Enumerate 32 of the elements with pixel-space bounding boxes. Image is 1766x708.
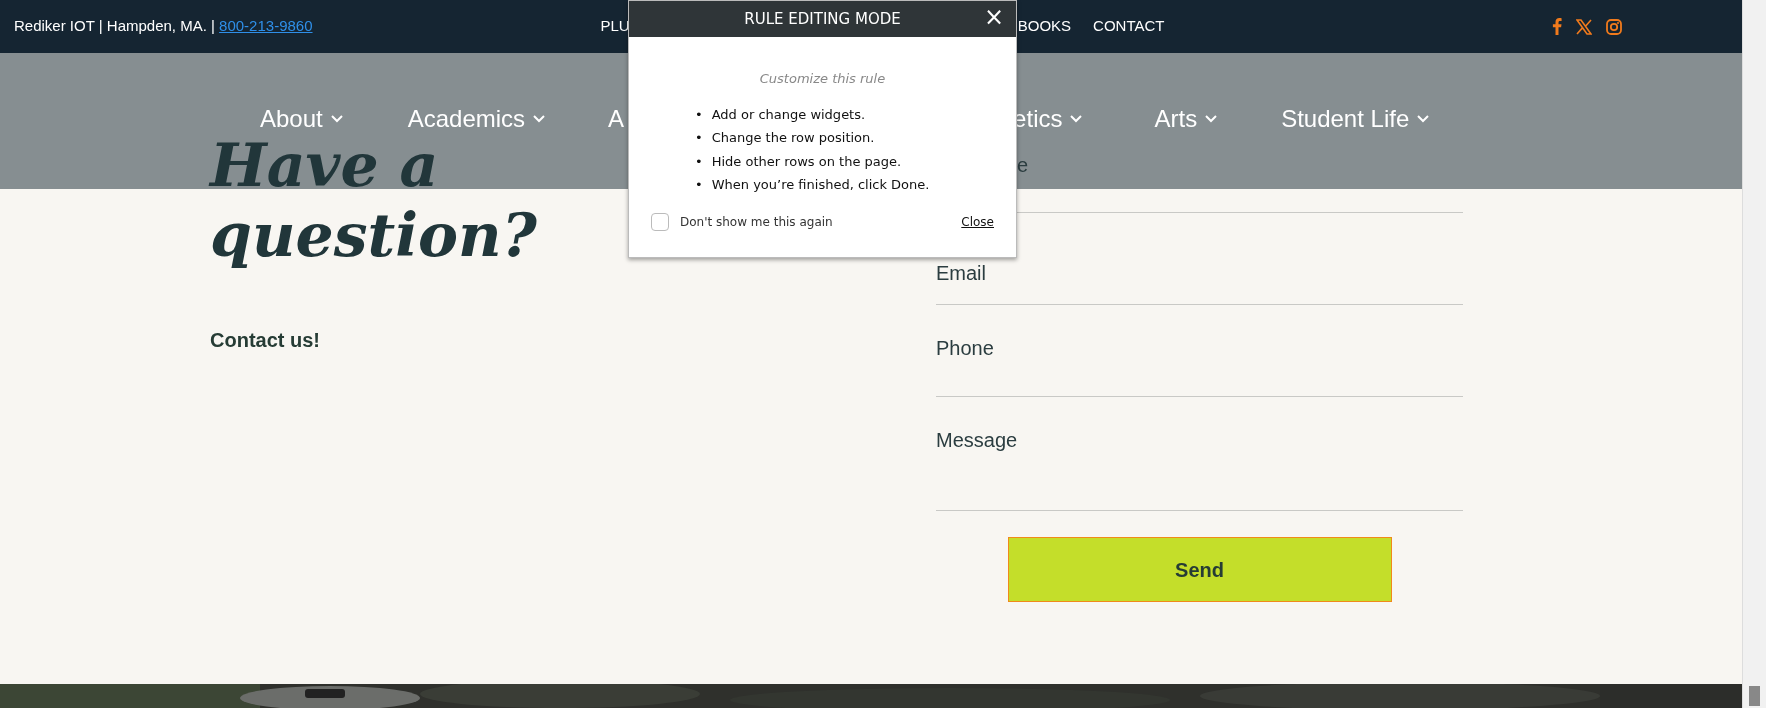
contact-info: Rediker IOT | Hampden, MA. | 800-213-9860 [14,16,313,37]
field-label: e [1017,154,1029,176]
close-link[interactable]: Close [961,212,994,231]
bullet: • [695,130,703,145]
top-nav-link[interactable]: PLU [600,15,630,38]
top-nav-link[interactable]: BOOKS [1017,15,1072,38]
send-button[interactable]: Send [1007,537,1392,602]
dialog-subtitle: Customize this rule [758,70,887,88]
checkbox-label: Don't show me this again [680,213,833,231]
field-label: Message [936,429,1018,451]
contact-subheading: Contact us! [210,328,321,353]
close-button[interactable]: × [983,3,1004,31]
field-label: Email [936,262,986,284]
phone-link[interactable]: 800-213-9860 [219,17,313,35]
instruction-item: Add or change widgets. [711,106,866,122]
bullet: • [695,106,703,122]
input-field[interactable]: Phone [936,305,1463,397]
scrollbar[interactable] [1742,0,1766,708]
message-field[interactable]: Message [936,397,1463,511]
instruction-item: Change the row position. [711,130,875,145]
bullet: • [695,153,703,169]
field-label: Phone [936,337,994,359]
top-nav-link[interactable]: CONTACT [1093,15,1165,38]
instruction-item: Hide other rows on the page. [711,153,902,169]
facebook-icon[interactable] [1552,18,1563,35]
dialog-title: RULE EDITING MODE [744,8,901,30]
instruction-item: When you’re finished, click Done. [711,177,930,192]
instagram-icon[interactable] [1606,18,1623,35]
x-icon[interactable] [1576,18,1593,35]
bullet: • [695,177,703,192]
checkbox[interactable] [651,212,669,231]
page-heading: Have a question? [210,130,538,270]
